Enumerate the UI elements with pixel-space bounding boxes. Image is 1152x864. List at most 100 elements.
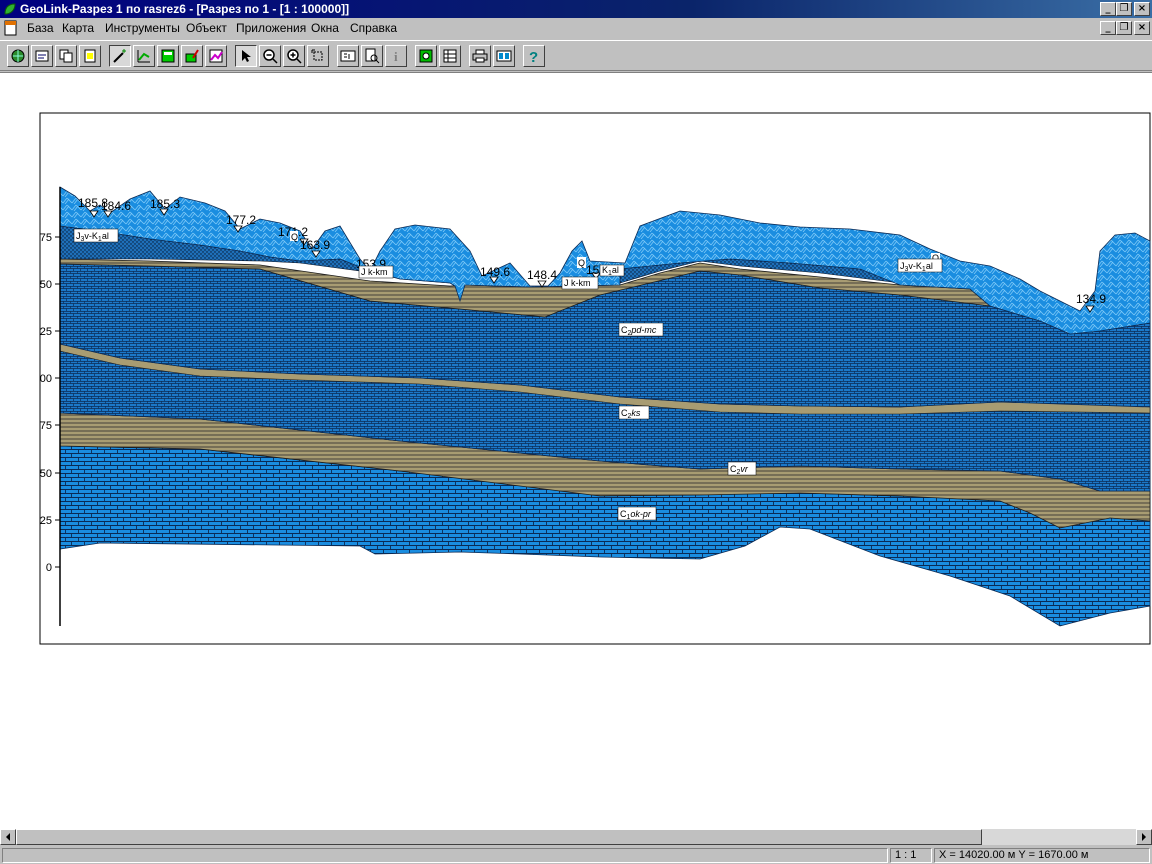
copy-icon: [59, 49, 73, 63]
new-doc-button[interactable]: [79, 45, 101, 67]
zoom-region-icon: [311, 49, 323, 61]
open-db-button[interactable]: [7, 45, 29, 67]
add-object-button[interactable]: [415, 45, 437, 67]
status-message-panel: [2, 848, 888, 863]
axis-tick-label: 75: [40, 232, 52, 244]
preview-icon: [496, 50, 512, 62]
layer-chart-button[interactable]: [205, 45, 227, 67]
new-document-icon: [84, 49, 96, 63]
axis-tick-label: 75: [40, 420, 52, 432]
print-button[interactable]: [469, 45, 491, 67]
db-save-icon: [35, 50, 49, 62]
elevation-label: 184.6: [101, 199, 131, 213]
scroll-thumb[interactable]: [16, 829, 982, 845]
elevation-label: 149.6: [480, 265, 510, 279]
section-edit-button[interactable]: [133, 45, 155, 67]
help-button[interactable]: ?: [523, 45, 545, 67]
q-label: Q: [291, 232, 298, 242]
table-icon: [443, 49, 457, 63]
status-scale: 1 : 1: [890, 848, 932, 863]
status-coordinates: X = 14020.00 м Y = 1670.00 м: [934, 848, 1150, 863]
search-view-button[interactable]: [361, 45, 383, 67]
layout-view-button[interactable]: [337, 45, 359, 67]
help-icon: ?: [529, 49, 538, 64]
arrow-right-icon: [1142, 833, 1146, 841]
zoom-region-button[interactable]: [307, 45, 329, 67]
toolbar: i ?: [0, 40, 1152, 71]
select-arrow-button[interactable]: [235, 45, 257, 67]
magic-wand-icon: [113, 49, 126, 63]
close-icon: ×: [1137, 22, 1147, 33]
menu-prilozheniya[interactable]: Приложения: [236, 21, 306, 35]
zoom-in-icon: [287, 49, 302, 64]
window-title: GeoLink-Разрез 1 по rasrez6 - [Разрез по…: [20, 2, 350, 16]
window-save-button[interactable]: [157, 45, 179, 67]
svg-text:?: ?: [529, 49, 538, 64]
scroll-left-button[interactable]: [0, 829, 16, 845]
copy-db-button[interactable]: [55, 45, 77, 67]
chart-icon: [209, 49, 223, 63]
restore-icon: ❐: [1119, 22, 1129, 33]
zoom-out-icon: [263, 49, 278, 64]
arrow-cursor-icon: [242, 50, 251, 62]
section-edit-icon: [137, 50, 150, 63]
elevation-label: 163.9: [300, 238, 330, 252]
edit-layer-button[interactable]: [181, 45, 203, 67]
doc-minimize-button[interactable]: _: [1100, 21, 1116, 35]
close-button[interactable]: ×: [1134, 2, 1150, 16]
search-document-icon: [365, 48, 380, 64]
minimize-icon: _: [1105, 3, 1111, 14]
horizontal-scrollbar[interactable]: [0, 829, 1152, 845]
status-bar: 1 : 1 X = 14020.00 м Y = 1670.00 м: [0, 846, 1152, 864]
green-window-icon: [161, 49, 175, 63]
save-db-button[interactable]: [31, 45, 53, 67]
elevation-label: 185.3: [150, 197, 180, 211]
q-label: Q: [578, 258, 585, 268]
menu-okna[interactable]: Окна: [311, 21, 339, 35]
axis-tick-label: 0: [46, 562, 52, 574]
document-icon[interactable]: [3, 20, 19, 36]
zoom-out-button[interactable]: [259, 45, 281, 67]
axis-tick-label: 25: [40, 326, 52, 338]
printer-icon: [472, 49, 488, 63]
elevation-label: 134.9: [1076, 292, 1106, 306]
globe-icon: [11, 49, 25, 63]
zoom-in-button[interactable]: [283, 45, 305, 67]
elevation-label: 148.4: [527, 268, 557, 282]
preview-button[interactable]: [493, 45, 515, 67]
menu-baza[interactable]: База: [27, 21, 54, 35]
svg-text:i: i: [394, 49, 398, 64]
doc-restore-button[interactable]: ❐: [1116, 21, 1132, 35]
menu-spravka[interactable]: Справка: [350, 21, 397, 35]
doc-close-button[interactable]: ×: [1134, 21, 1150, 35]
close-icon: ×: [1137, 3, 1147, 14]
axis-tick-label: 25: [40, 515, 52, 527]
minimize-button[interactable]: _: [1100, 2, 1116, 16]
menu-bar: База Карта Инструменты Объект Приложения…: [0, 18, 1152, 38]
axis-tick-label: 50: [40, 468, 52, 480]
scroll-right-button[interactable]: [1136, 829, 1152, 845]
elevation-label: 177.2: [226, 213, 256, 227]
edit-layer-icon: [185, 49, 199, 63]
add-object-icon: [419, 49, 433, 63]
info-icon: i: [394, 49, 398, 64]
arrow-left-icon: [6, 833, 10, 841]
axis-tick-label: 00: [40, 373, 52, 385]
layer-label-j-k-km: J k-km: [361, 267, 388, 277]
minimize-icon: _: [1105, 22, 1111, 33]
menu-obekt[interactable]: Объект: [186, 21, 227, 35]
menu-karta[interactable]: Карта: [62, 21, 94, 35]
menu-instrumenty[interactable]: Инструменты: [105, 21, 180, 35]
section-canvas[interactable]: 75 50 25 00 75 50 25 0 185.8 184.6 185.3…: [0, 72, 1152, 829]
layout-icon: [340, 50, 356, 62]
axis-tick-label: 50: [40, 279, 52, 291]
magic-wand-button[interactable]: [109, 45, 131, 67]
restore-button[interactable]: ❐: [1116, 2, 1132, 16]
geolink-app-icon: [4, 3, 16, 15]
layer-label-j-k-km: J k-km: [564, 278, 591, 288]
info-button[interactable]: i: [385, 45, 407, 67]
table-view-button[interactable]: [439, 45, 461, 67]
geological-cross-section[interactable]: 75 50 25 00 75 50 25 0 185.8 184.6 185.3…: [0, 73, 1152, 829]
restore-icon: ❐: [1119, 3, 1129, 14]
title-bar: GeoLink-Разрез 1 по rasrez6 - [Разрез по…: [0, 0, 1152, 18]
